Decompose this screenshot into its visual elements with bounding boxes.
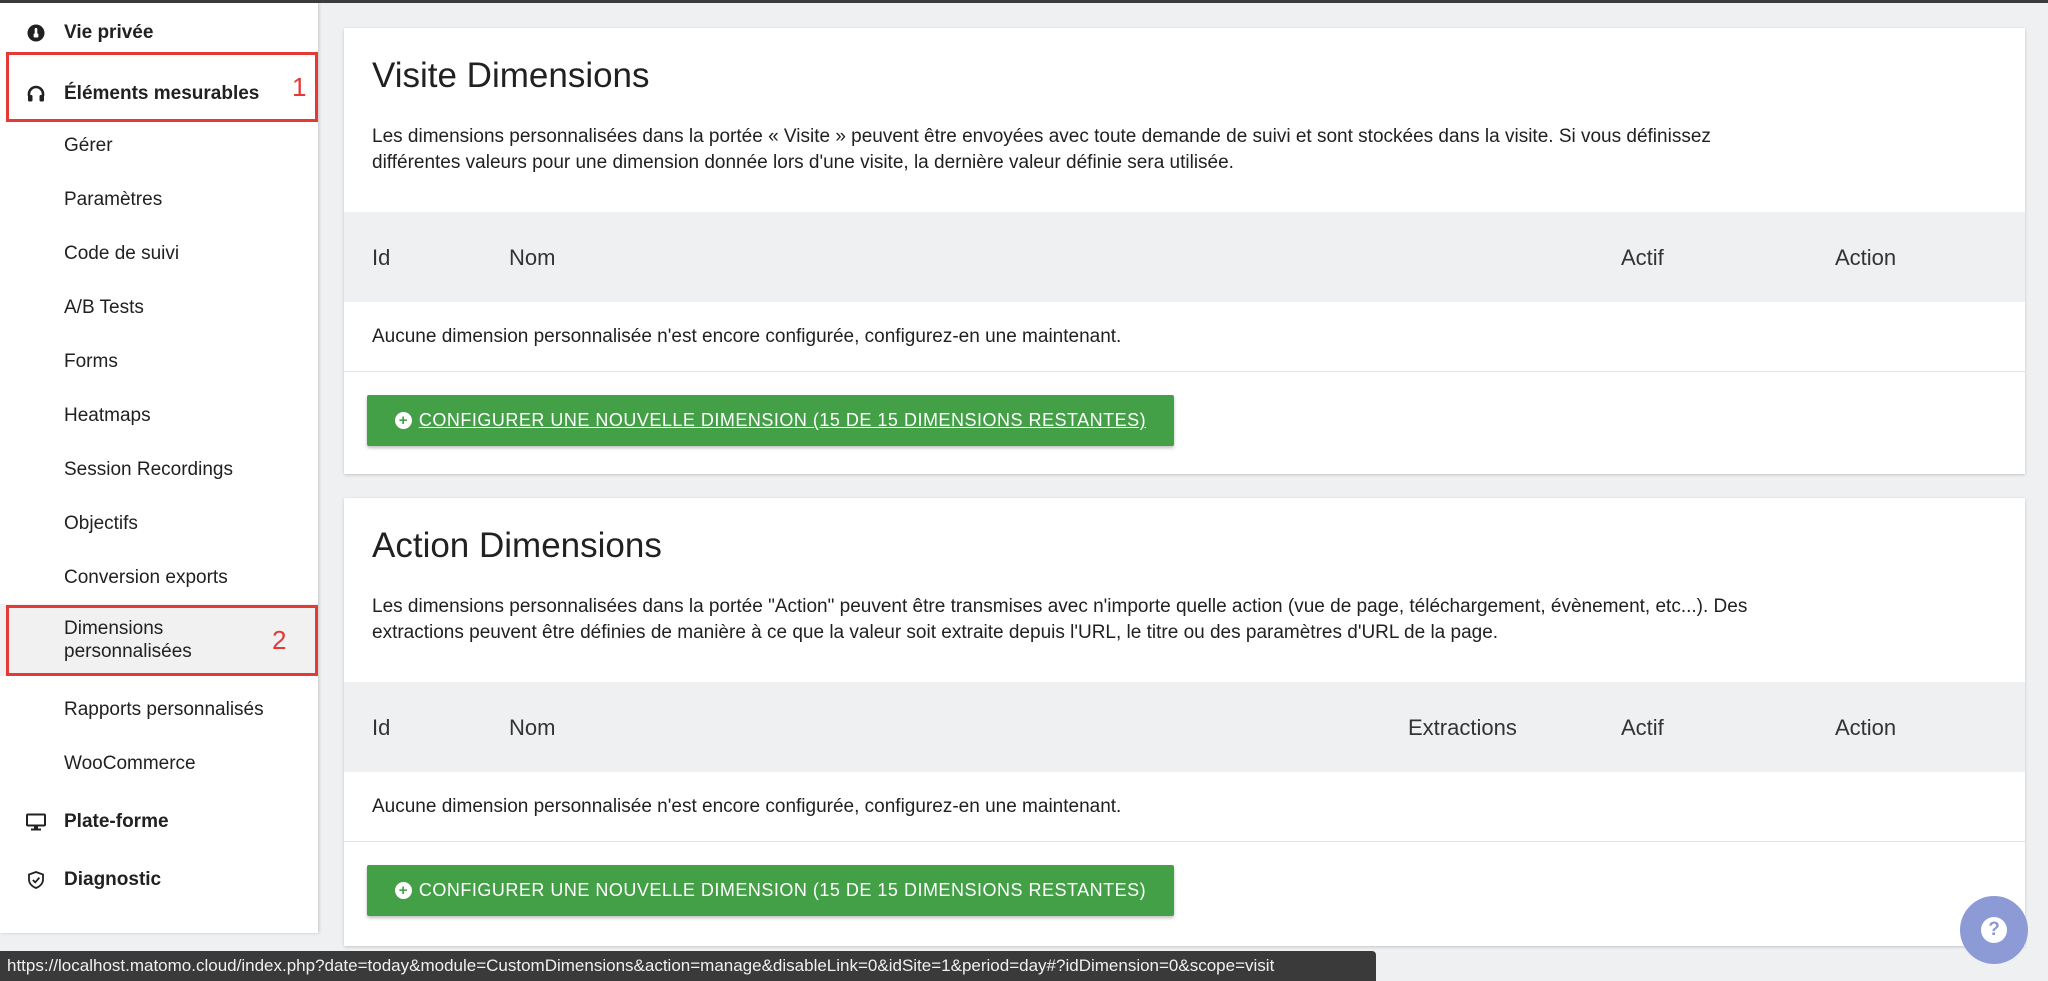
sidebar-section-privacy[interactable]: Vie privée	[0, 6, 318, 60]
sidebar-section-diagnostic[interactable]: Diagnostic	[0, 853, 318, 907]
row-divider	[344, 841, 2025, 842]
column-header-name: Nom	[509, 715, 556, 740]
status-bar-url-text: https://localhost.matomo.cloud/index.php…	[7, 956, 1275, 975]
visit-table-header: Id Nom Actif Action	[344, 212, 2025, 302]
column-header-action: Action	[1835, 245, 1897, 270]
plus-circle-icon: +	[394, 412, 412, 429]
column-header-active: Actif	[1621, 245, 1664, 270]
sidebar-item-label: Heatmaps	[64, 404, 151, 426]
sidebar-item-custom-reports[interactable]: Rapports personnalisés	[0, 682, 318, 736]
column-header-id: Id	[372, 715, 391, 740]
sidebar-item-label: WooCommerce	[64, 752, 196, 774]
sidebar-item-forms[interactable]: Forms	[0, 334, 318, 388]
button-label: CONFIGURER UNE NOUVELLE DIMENSION (15 DE…	[418, 880, 1147, 900]
sidebar-item-custom-dimensions[interactable]: Dimensions personnalisées	[0, 604, 318, 676]
visit-empty-message: Aucune dimension personnalisée n'est enc…	[372, 326, 1122, 347]
shield-check-icon	[26, 870, 46, 890]
action-dimensions-card: Action Dimensions Les dimensions personn…	[344, 498, 2025, 946]
sidebar-section-platform[interactable]: Plate-forme	[0, 795, 318, 849]
status-bar-url: https://localhost.matomo.cloud/index.php…	[0, 951, 1376, 981]
sidebar-item-label: Paramètres	[64, 188, 163, 210]
column-header-action: Action	[1835, 715, 1897, 740]
configure-action-dimension-button[interactable]: + CONFIGURER UNE NOUVELLE DIMENSION (15 …	[367, 865, 1174, 916]
sidebar-item-label: Conversion exports	[64, 566, 228, 588]
action-table-header: Id Nom Extractions Actif Action	[344, 682, 2025, 772]
annotation-marker-2: 2	[272, 625, 287, 655]
column-header-name: Nom	[509, 245, 556, 270]
sidebar-item-woocommerce[interactable]: WooCommerce	[0, 736, 318, 790]
visit-dimensions-title: Visite Dimensions	[372, 56, 650, 95]
sidebar-item-heatmaps[interactable]: Heatmaps	[0, 388, 318, 442]
headset-icon	[26, 84, 46, 104]
column-header-id: Id	[372, 245, 391, 270]
sidebar-item-label: Rapports personnalisés	[64, 698, 264, 720]
sidebar-section-label: Éléments mesurables	[64, 83, 260, 104]
sidebar-item-label: Session Recordings	[64, 458, 233, 480]
annotation-marker-1: 1	[292, 72, 307, 102]
sidebar-section-label: Diagnostic	[64, 869, 162, 890]
visit-dimensions-card: Visite Dimensions Les dimensions personn…	[344, 28, 2025, 474]
sidebar-item-manage[interactable]: Gérer	[0, 118, 318, 172]
monitor-icon	[26, 812, 46, 832]
sidebar-item-session-recordings[interactable]: Session Recordings	[0, 442, 318, 496]
sidebar-item-label: Forms	[64, 350, 118, 372]
sidebar-item-label: Gérer	[64, 134, 113, 156]
question-icon: ?	[1981, 917, 2007, 943]
sidebar-item-label: Dimensions personnalisées	[64, 618, 192, 662]
column-header-active: Actif	[1621, 715, 1664, 740]
sidebar-section-label: Plate-forme	[64, 811, 169, 832]
sidebar-item-conversion-exports[interactable]: Conversion exports	[0, 550, 318, 604]
button-label: CONFIGURER UNE NOUVELLE DIMENSION (15 DE…	[418, 410, 1147, 430]
visit-dimensions-description: Les dimensions personnalisées dans la po…	[372, 126, 1711, 173]
action-dimensions-description: Les dimensions personnalisées dans la po…	[372, 596, 1748, 643]
sidebar-item-goals[interactable]: Objectifs	[0, 496, 318, 550]
action-empty-message: Aucune dimension personnalisée n'est enc…	[372, 796, 1122, 817]
sidebar-item-label: Objectifs	[64, 512, 138, 534]
lock-icon	[26, 23, 46, 43]
sidebar-item-label: A/B Tests	[64, 296, 144, 318]
column-header-extractions: Extractions	[1408, 715, 1517, 740]
sidebar-section-measurables[interactable]: Éléments mesurables	[0, 67, 318, 121]
sidebar-item-label: Code de suivi	[64, 242, 180, 264]
sidebar: Vie privée Éléments mesurables Gérer Par…	[0, 3, 318, 933]
sidebar-item-ab-tests[interactable]: A/B Tests	[0, 280, 318, 334]
action-dimensions-title: Action Dimensions	[372, 526, 662, 565]
help-button[interactable]: ?	[1960, 896, 2028, 964]
configure-visit-dimension-button[interactable]: + CONFIGURER UNE NOUVELLE DIMENSION (15 …	[367, 395, 1174, 446]
sidebar-section-label: Vie privée	[64, 22, 154, 43]
plus-circle-icon: +	[394, 882, 412, 899]
row-divider	[344, 371, 2025, 372]
sidebar-item-tracking-code[interactable]: Code de suivi	[0, 226, 318, 280]
sidebar-item-settings[interactable]: Paramètres	[0, 172, 318, 226]
